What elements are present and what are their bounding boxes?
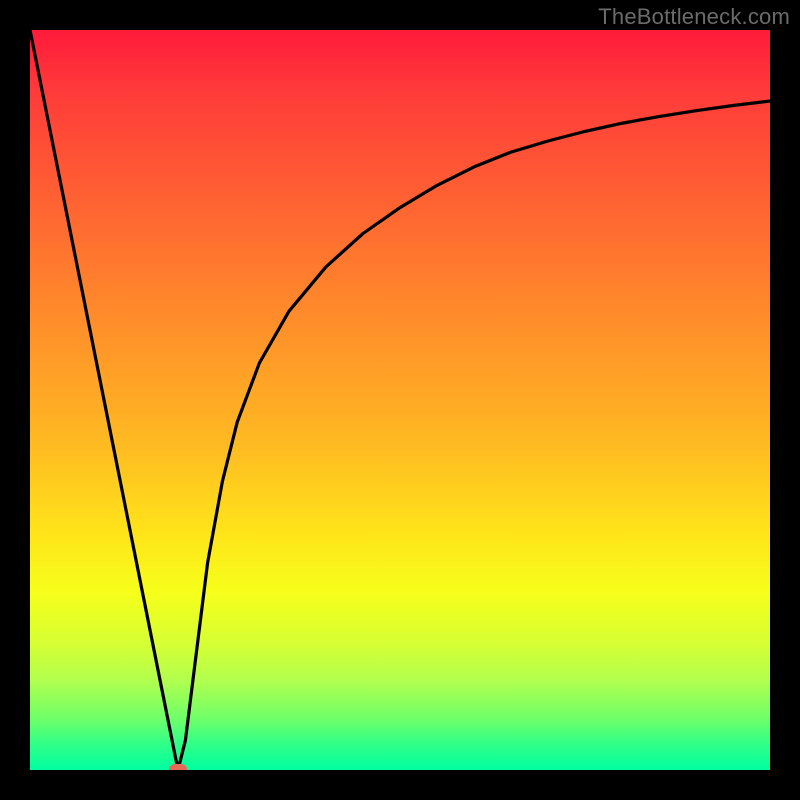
watermark-text: TheBottleneck.com <box>598 4 790 30</box>
chart-frame: TheBottleneck.com <box>0 0 800 800</box>
curve-svg <box>30 30 770 770</box>
highlight-point <box>169 764 187 770</box>
plot-area <box>30 30 770 770</box>
series-curve <box>30 30 770 770</box>
